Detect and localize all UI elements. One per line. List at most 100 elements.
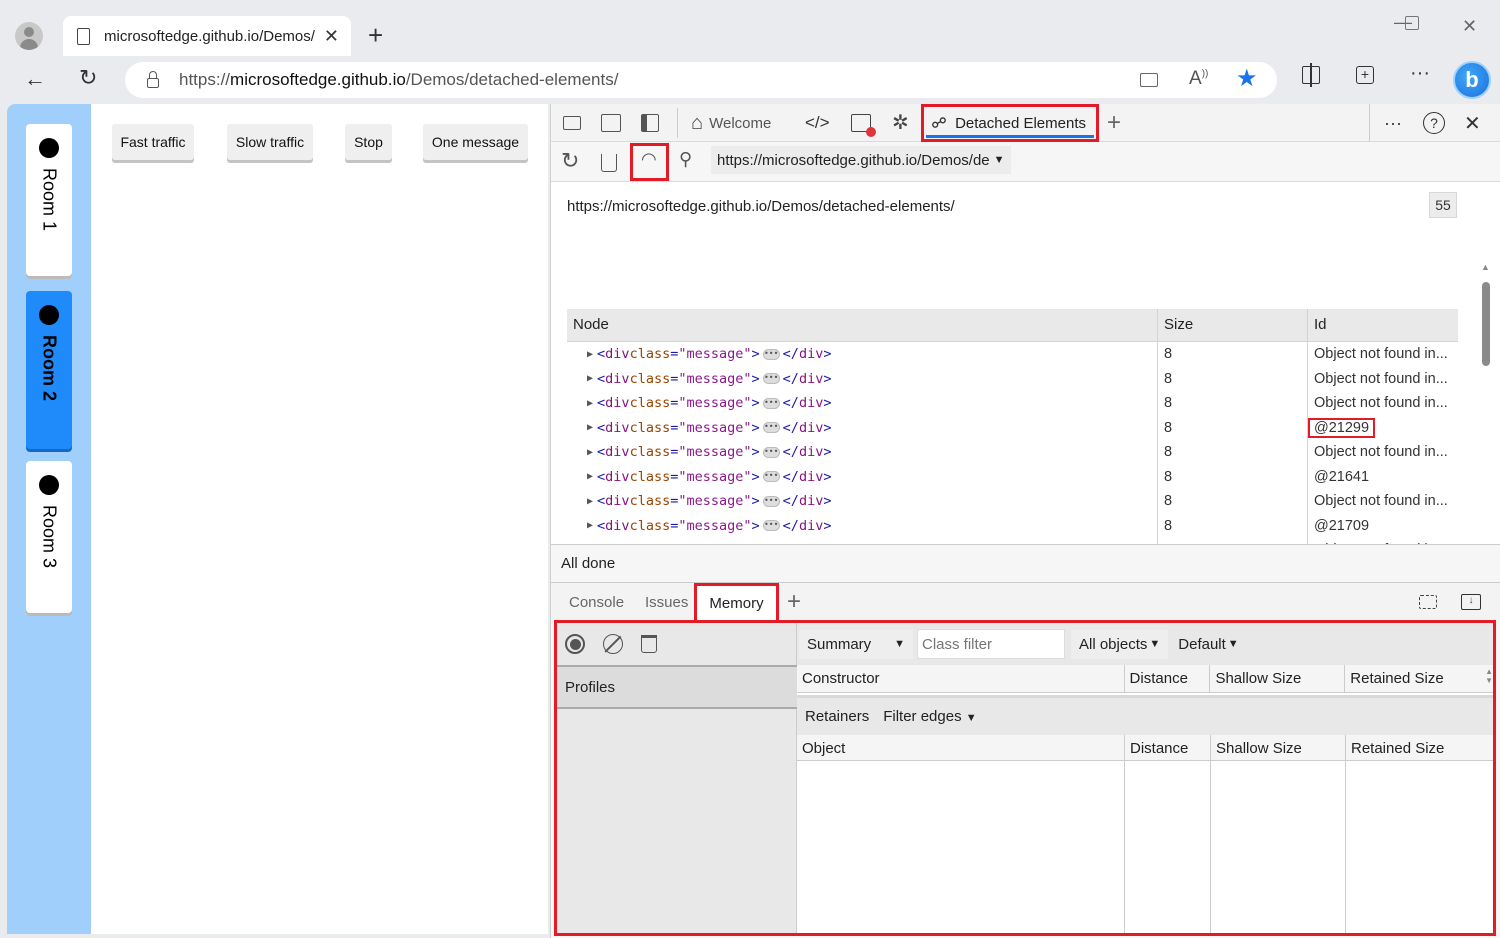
col-node[interactable]: Node <box>567 309 1158 341</box>
ellipsis-icon[interactable]: ••• <box>762 520 780 532</box>
address-bar[interactable]: https://microsoftedge.github.io/Demos/de… <box>125 62 1277 98</box>
col-size[interactable]: Size <box>1158 309 1308 341</box>
lock-icon[interactable] <box>147 71 159 88</box>
ellipsis-icon[interactable]: ••• <box>762 397 780 409</box>
read-aloud-icon[interactable]: A)) <box>1189 68 1208 90</box>
collections-icon[interactable]: + <box>1356 66 1374 84</box>
drawer-tab-issues[interactable]: Issues <box>645 583 688 621</box>
node-cell[interactable]: ▶<div class="message">•••</div> <box>567 415 1158 440</box>
devtools-close-button[interactable]: ✕ <box>1464 104 1481 142</box>
slow-traffic-button[interactable]: Slow traffic <box>227 124 313 160</box>
col-constructor[interactable]: Constructor <box>797 665 1125 692</box>
ellipsis-icon[interactable]: ••• <box>762 446 780 458</box>
inspect-icon[interactable] <box>563 116 581 130</box>
clear-icon[interactable] <box>603 634 623 654</box>
refresh-icon[interactable]: ↻ <box>561 148 579 174</box>
expand-triangle-icon[interactable]: ▶ <box>587 520 593 531</box>
room-2-tab[interactable]: Room 2 <box>26 291 72 449</box>
back-button[interactable]: ← <box>24 66 46 92</box>
search-icon[interactable]: ⚲ <box>679 149 692 170</box>
one-message-button[interactable]: One message <box>423 124 528 160</box>
objects-select[interactable]: All objects ▼ <box>1071 629 1169 659</box>
dock-drawer-icon[interactable]: ↓ <box>1461 594 1481 610</box>
sort-arrows-icon[interactable]: ▲ ▼ <box>1485 665 1493 692</box>
tab-console-icon[interactable] <box>851 114 876 137</box>
view-select[interactable]: Summary ▼ <box>799 629 913 659</box>
node-cell[interactable]: ▶<div class="message">•••</div> <box>567 391 1158 416</box>
ellipsis-icon[interactable]: ••• <box>762 422 780 434</box>
favorite-star-icon[interactable]: ★ <box>1236 64 1258 93</box>
node-cell[interactable]: ▶<div class="message">•••</div> <box>567 440 1158 465</box>
window-close-button[interactable]: ✕ <box>1462 16 1477 37</box>
col-distance[interactable]: Distance <box>1125 665 1211 692</box>
bing-copilot-icon[interactable]: b <box>1453 61 1491 99</box>
room-1-tab[interactable]: Room 1 <box>26 124 72 276</box>
tab-sources[interactable]: </> <box>805 104 830 142</box>
default-select[interactable]: Default ▼ <box>1170 630 1246 659</box>
expand-triangle-icon[interactable]: ▶ <box>587 398 593 409</box>
table-row[interactable]: ▶ < div class = " message " > ••• </div >8 @21641 <box>567 464 1458 490</box>
col-retained-size[interactable]: Retained Size <box>1346 735 1486 760</box>
node-cell[interactable]: ▶<div class="message">•••</div> <box>567 366 1158 391</box>
briefcase-icon[interactable] <box>1140 73 1158 87</box>
node-cell[interactable]: ▶<div class="message">•••</div> <box>567 513 1158 538</box>
node-cell[interactable]: ▶<div class="message">•••</div> <box>567 342 1158 367</box>
stop-button[interactable]: Stop <box>345 124 392 160</box>
dock-side-icon[interactable] <box>641 114 659 132</box>
split-screen-icon[interactable] <box>1302 63 1320 87</box>
id-cell[interactable]: @21709 <box>1308 514 1458 539</box>
id-value[interactable]: @21641 <box>1314 469 1369 485</box>
table-row[interactable]: ▶ < div class = " message " > ••• </div >8 @21299 <box>567 415 1458 441</box>
tab-bug-icon[interactable]: ✲ <box>892 110 909 135</box>
browser-tab[interactable]: microsoftedge.github.io/Demos/ ✕ <box>63 16 351 56</box>
filter-edges-select[interactable]: Filter edges ▼ <box>883 708 976 725</box>
drawer-tab-memory[interactable]: Memory <box>694 583 779 621</box>
col-distance[interactable]: Distance <box>1125 735 1211 760</box>
ellipsis-icon[interactable]: ••• <box>762 495 780 507</box>
table-row[interactable]: ▶<div class="message">•••</div>8 Object n… <box>567 440 1458 465</box>
tab-close-icon[interactable]: ✕ <box>324 26 339 47</box>
table-row[interactable]: ▶<div class="message">•••</div>8 Object n… <box>567 366 1458 391</box>
expand-triangle-icon[interactable]: ▶ <box>587 496 593 507</box>
trash-icon[interactable] <box>641 635 657 653</box>
expand-triangle-icon[interactable]: ▶ <box>587 373 593 384</box>
col-id[interactable]: Id <box>1308 309 1458 341</box>
expand-triangle-icon[interactable]: ▶ <box>587 447 593 458</box>
maximize-button[interactable] <box>1405 16 1419 30</box>
device-emulation-icon[interactable] <box>601 114 621 132</box>
drawer-add-tab-button[interactable]: + <box>787 583 801 621</box>
tab-welcome[interactable]: ⌂ Welcome <box>691 104 771 142</box>
expand-triangle-icon[interactable]: ▶ <box>587 471 593 482</box>
room-3-tab[interactable]: Room 3 <box>26 461 72 613</box>
profile-avatar[interactable] <box>15 22 43 50</box>
help-button[interactable]: ? <box>1423 112 1445 134</box>
add-tab-button[interactable]: + <box>1107 104 1121 142</box>
more-menu-icon[interactable]: ··· <box>1410 62 1430 85</box>
ellipsis-icon[interactable]: ••• <box>762 348 780 360</box>
col-retained-size[interactable]: Retained Size <box>1345 665 1485 692</box>
refresh-button[interactable]: ↻ <box>79 65 97 91</box>
devtools-more-button[interactable]: ··· <box>1384 104 1402 142</box>
class-filter-input[interactable] <box>917 629 1065 659</box>
drawer-tab-console[interactable]: Console <box>569 583 624 621</box>
new-tab-button[interactable]: + <box>368 20 383 51</box>
table-row[interactable]: ▶<div class="message">•••</div>8 Object n… <box>567 489 1458 514</box>
tab-detached-elements[interactable]: ⚯ Detached Elements <box>921 104 1099 142</box>
table-row[interactable]: ▶ < div class = " message " > ••• </div >8 @21709 <box>567 513 1458 539</box>
col-shallow-size[interactable]: Shallow Size <box>1210 665 1346 692</box>
node-cell[interactable]: ▶<div class="message">•••</div> <box>567 489 1158 514</box>
id-cell[interactable]: @21641 <box>1308 465 1458 490</box>
ellipsis-icon[interactable]: ••• <box>762 471 780 483</box>
table-row[interactable]: ▶<div class="message">•••</div>8 Object n… <box>567 342 1458 367</box>
col-shallow-size[interactable]: Shallow Size <box>1211 735 1346 760</box>
table-row[interactable]: ▶<div class="message">•••</div>8 Object n… <box>567 391 1458 416</box>
id-cell[interactable]: @21299 <box>1308 416 1458 441</box>
fast-traffic-button[interactable]: Fast traffic <box>112 124 194 160</box>
id-value[interactable]: @21709 <box>1314 518 1369 534</box>
delete-icon[interactable] <box>601 154 617 172</box>
target-url-select[interactable]: https://microsoftedge.github.io/Demos/de… <box>711 146 1011 174</box>
ellipsis-icon[interactable]: ••• <box>762 373 780 385</box>
record-icon[interactable] <box>565 634 585 654</box>
expand-triangle-icon[interactable]: ▶ <box>587 422 593 433</box>
id-value[interactable]: @21299 <box>1308 417 1376 438</box>
